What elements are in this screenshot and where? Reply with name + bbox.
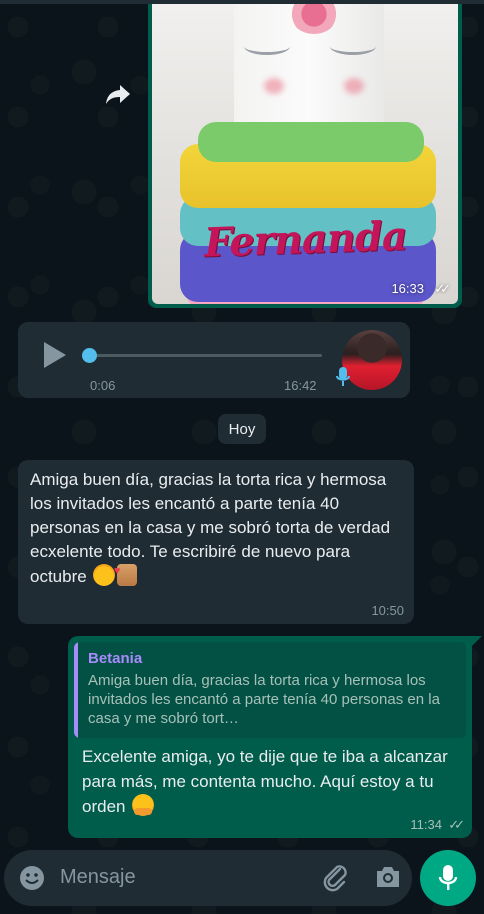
outgoing-message-text: Excelente amiga, yo te dije que te iba a… bbox=[82, 744, 458, 819]
thumbs-up-icon bbox=[117, 564, 138, 586]
emoji-icon[interactable] bbox=[18, 864, 46, 892]
date-divider: Hoy bbox=[218, 414, 266, 444]
audio-message-time: 16:42 bbox=[284, 378, 317, 393]
smiling-face-with-hearts-icon bbox=[93, 559, 120, 586]
audio-progress-knob[interactable] bbox=[82, 348, 97, 363]
message-input[interactable] bbox=[60, 866, 300, 889]
quoted-author: Betania bbox=[88, 650, 143, 667]
quote-bar bbox=[74, 642, 78, 738]
cake-topper-name: Fernanda bbox=[203, 212, 408, 267]
incoming-message-time: 10:50 bbox=[371, 603, 404, 618]
image-message-time: 16:33 bbox=[391, 281, 424, 296]
paperclip-icon[interactable] bbox=[320, 864, 350, 892]
cake-eyelash-left bbox=[244, 38, 290, 55]
message-composer bbox=[4, 850, 412, 906]
cake-eyelash-right bbox=[330, 38, 376, 55]
cake-photo[interactable]: Fernanda 16:33 ✓✓ bbox=[152, 4, 458, 304]
cake-blush-right bbox=[344, 78, 364, 94]
incoming-message-text: Amiga buen día, gracias la torta rica y … bbox=[30, 468, 400, 589]
outgoing-message-time: 11:34 bbox=[410, 817, 442, 832]
read-ticks-icon: ✓✓ bbox=[434, 281, 451, 296]
incoming-message[interactable]: Amiga buen día, gracias la torta rica y … bbox=[18, 460, 414, 624]
outgoing-message[interactable]: Betania Amiga buen día, gracias la torta… bbox=[68, 636, 482, 838]
cake-green-tier bbox=[198, 122, 424, 162]
cake-blush-left bbox=[264, 78, 284, 94]
read-ticks-icon: ✓✓ bbox=[448, 817, 465, 832]
mic-icon bbox=[438, 865, 458, 890]
quoted-text: Amiga buen día, gracias la torta rica y … bbox=[88, 672, 440, 727]
audio-duration: 0:06 bbox=[90, 378, 116, 393]
audio-progress-track[interactable] bbox=[90, 354, 322, 357]
voice-record-button[interactable] bbox=[420, 850, 476, 906]
bubble-tail bbox=[470, 636, 482, 648]
image-message[interactable]: Fernanda 16:33 ✓✓ bbox=[148, 4, 462, 308]
voice-message: 0:06 16:42 bbox=[18, 322, 410, 398]
incoming-message-body: Amiga buen día, gracias la torta rica y … bbox=[30, 470, 391, 586]
forward-icon bbox=[106, 85, 130, 104]
avatar[interactable] bbox=[342, 330, 402, 390]
forward-button[interactable] bbox=[96, 72, 140, 116]
play-icon[interactable] bbox=[44, 342, 66, 368]
quoted-message[interactable]: Betania Amiga buen día, gracias la torta… bbox=[74, 642, 466, 738]
mic-icon bbox=[336, 367, 350, 386]
camera-icon[interactable] bbox=[374, 864, 402, 890]
hugging-face-icon bbox=[132, 794, 155, 816]
